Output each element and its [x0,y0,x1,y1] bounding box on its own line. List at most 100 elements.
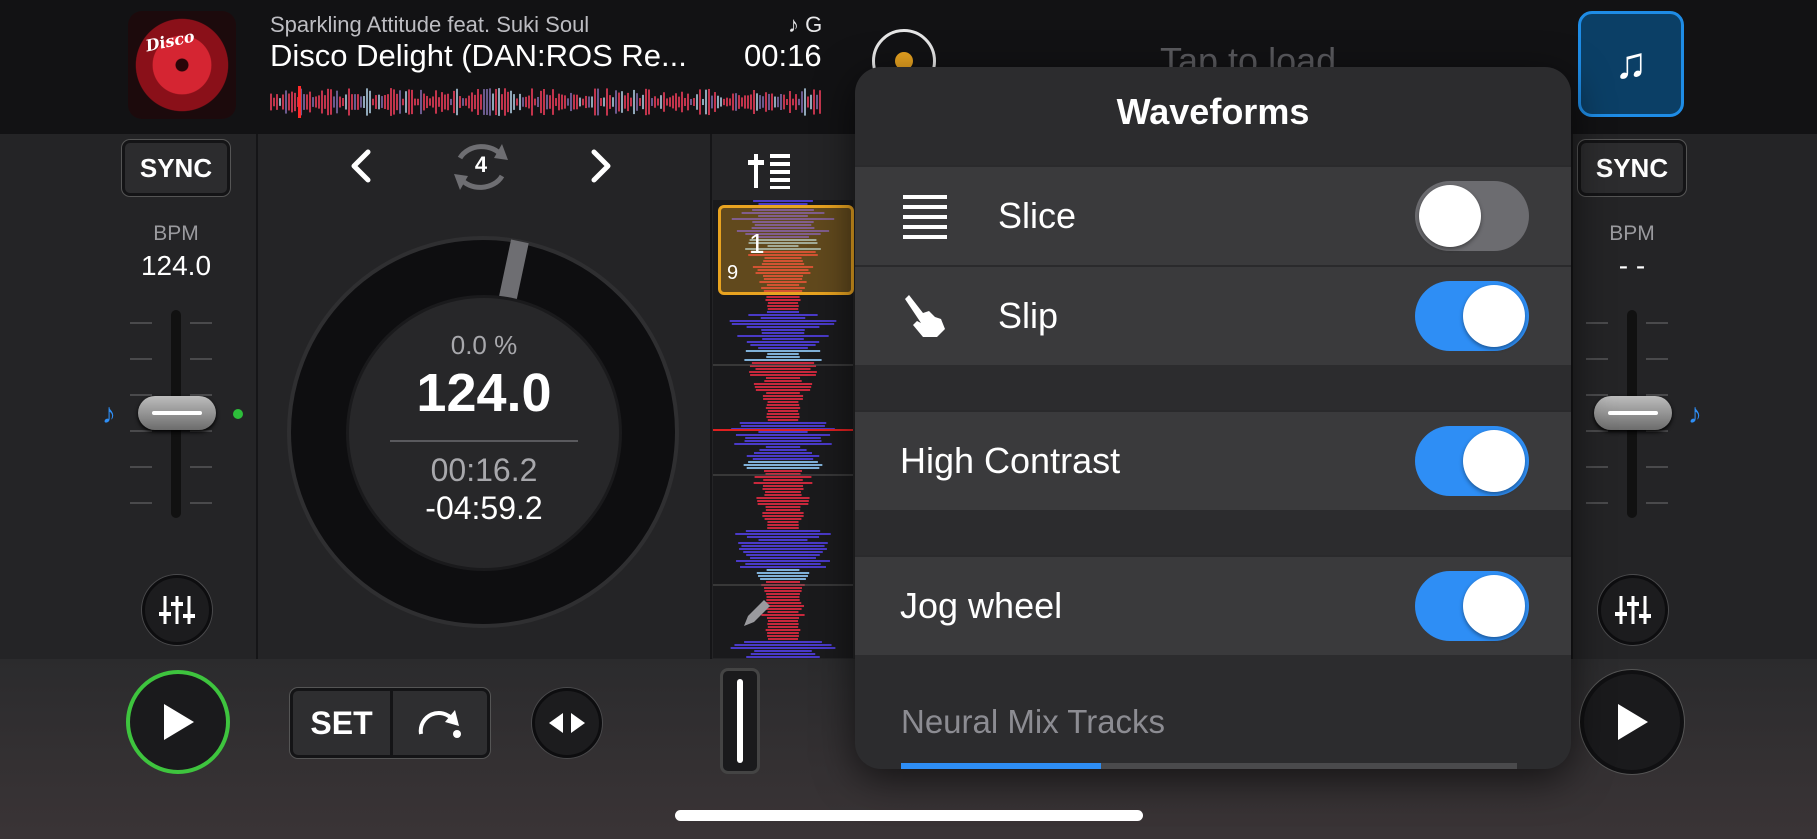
bpm-value-right: - - [1618,250,1646,281]
waveforms-popover: Waveforms Slice Slip High Contrast Jog w… [855,67,1571,769]
set-cue-button[interactable]: SET [293,691,393,755]
music-library-button[interactable]: ♫ [1578,11,1684,117]
nudge-button[interactable] [532,688,602,758]
sync-button-right[interactable]: SYNC [1578,140,1686,196]
bpm-label-right: BPM [1609,222,1655,245]
high-contrast-toggle[interactable] [1415,426,1529,496]
bpm-label-left: BPM [153,222,199,245]
setting-label: Jog wheel [900,585,1063,626]
pencil-icon [744,600,770,626]
eq-button-right[interactable] [1598,575,1668,645]
fader-tick [130,322,152,324]
music-note-icon: ♫ [1614,39,1648,88]
jog-divider [390,440,578,442]
divider [256,134,258,659]
fader-tick [190,502,212,504]
fader-tick [190,322,212,324]
pitch-percent: 0.0 % [450,330,518,360]
beat-count: 9 [727,262,739,284]
cue-number: 1 [749,228,765,259]
sliders-icon [1615,596,1651,624]
fader-tick [130,358,152,360]
pitch-fader-knob-left[interactable] [138,396,216,430]
toggle-knob [1463,575,1525,637]
fader-tick [190,430,212,432]
fader-tick [1586,466,1608,468]
waveform-settings-button[interactable] [748,150,794,195]
popover-title: Waveforms [1116,91,1310,132]
divider [710,134,712,659]
fader-tick [130,466,152,468]
crossfader-line [737,679,743,763]
key-lock-icon-left[interactable]: ♪ [102,398,116,430]
track-time: 00:16 [744,38,822,73]
fader-tick [1646,358,1668,360]
crossfader-knob[interactable] [720,668,760,774]
loop-button[interactable]: 4 [446,136,516,198]
elapsed-time: 00:16.2 [430,452,538,488]
setting-row-slice[interactable]: Slice [855,165,1571,265]
fader-tick [1586,358,1608,360]
fader-tick [130,430,152,432]
sync-button-left[interactable]: SYNC [122,140,230,196]
album-logo-icon: Disco [143,26,197,56]
setting-label: Slip [998,295,1059,336]
bpm-value-left: 124.0 [140,250,212,281]
setting-label: High Contrast [900,440,1121,481]
slip-toggle[interactable] [1415,281,1529,351]
eq-button-left[interactable] [142,575,212,645]
play-button-left[interactable] [126,670,230,774]
loop-next-button[interactable] [586,146,616,191]
home-indicator[interactable] [675,810,1143,821]
chevron-left-icon [351,149,371,183]
play-icon [1618,704,1648,740]
cue-controls: SET [290,688,490,758]
pitch-fader-knob-right[interactable] [1594,396,1672,430]
track-title: Disco Delight (DAN:ROS Re... [270,38,687,73]
fader-tick [1646,430,1668,432]
hand-pointer-icon [905,295,945,337]
track-key: ♪ G [788,12,823,37]
fader-tick [190,358,212,360]
segment-selected [901,763,1101,769]
chevron-right-icon [591,149,611,183]
fader-tick [1646,502,1668,504]
fader-tick [1646,466,1668,468]
neural-mix-segmented-control[interactable] [901,763,1517,769]
overview-waveform[interactable] [270,86,822,118]
fader-tick [1586,322,1608,324]
setting-row-jog-wheel[interactable]: Jog wheel [855,555,1571,655]
setting-row-slip[interactable]: Slip [855,265,1571,365]
remaining-time: -04:59.2 [425,490,543,526]
toggle-knob [1463,285,1525,347]
play-icon [164,704,194,740]
fader-tick [1586,394,1608,396]
setting-row-high-contrast[interactable]: High Contrast [855,410,1571,510]
fader-tick [190,466,212,468]
fader-tick [130,394,152,396]
toggle-knob [1419,185,1481,247]
album-art[interactable]: Disco [128,11,236,119]
nudge-arrows-icon [549,713,585,733]
jog-bpm: 124.0 [416,363,552,423]
divider [1571,134,1573,659]
fader-tick [130,502,152,504]
jump-cue-button[interactable] [393,691,487,755]
slice-toggle[interactable] [1415,181,1529,251]
sliders-icon [159,596,195,624]
setting-label: Slice [998,195,1077,236]
slice-lines-icon [903,195,947,239]
loop-prev-button[interactable] [346,146,376,191]
cue-point-marker[interactable]: 1 9 [718,205,854,295]
toggle-knob [1463,430,1525,492]
track-artist: Sparkling Attitude feat. Suki Soul [270,12,590,37]
jog-wheel-toggle[interactable] [1415,571,1529,641]
key-lock-icon-right[interactable]: ♪ [1688,398,1702,430]
fader-tick [1586,430,1608,432]
jump-arrow-icon [418,710,461,738]
sync-indicator-dot [233,409,243,419]
loop-size: 4 [474,152,488,177]
play-button-right[interactable] [1580,670,1684,774]
section-header: Neural Mix Tracks [901,703,1166,740]
edit-pencil-button[interactable] [740,596,774,635]
